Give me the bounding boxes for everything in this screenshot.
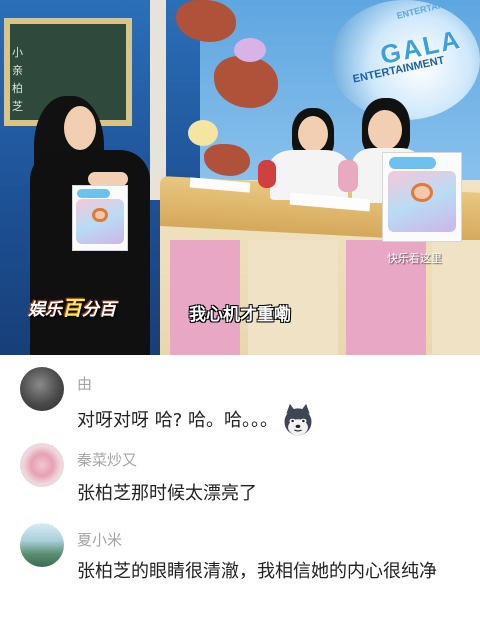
show-card-held: [72, 185, 128, 251]
comment-list: 由 对呀对呀 哈? 哈。哈。。。 秦菜炒又 张柏芝那时候太漂亮了 夏小米 张柏芝…: [0, 355, 480, 640]
video-subtitle: 我心机才重嘞: [189, 305, 291, 325]
user-avatar[interactable]: [20, 367, 64, 411]
desk-panel: [170, 240, 240, 355]
studio-pillar: [150, 0, 166, 200]
decor-ball: [234, 38, 266, 62]
chalkboard-char: 柏: [12, 82, 23, 95]
corner-tag: 快乐看这里: [387, 252, 442, 265]
comment-username[interactable]: 秦菜炒又: [77, 449, 137, 470]
comment-text-wrap: 对呀对呀 哈? 哈。哈。。。: [77, 403, 467, 439]
video-frame[interactable]: 小 亲 柏 芝 ENTERTAINM GALA ENTERTAINMENT 娱乐…: [0, 0, 480, 355]
user-avatar[interactable]: [20, 443, 64, 487]
chalkboard-char: 亲: [12, 64, 23, 77]
decor-ball: [188, 120, 218, 146]
show-card-displayed: [382, 152, 462, 242]
comment-text: 对呀对呀 哈? 哈。哈。。。: [77, 410, 278, 431]
chalkboard-char: 小: [12, 46, 23, 59]
husky-dog-emoji: [284, 403, 312, 436]
desk-panel: [248, 240, 338, 355]
chalkboard-char: 芝: [12, 100, 23, 113]
comment-username[interactable]: 夏小米: [77, 529, 122, 550]
user-avatar[interactable]: [20, 523, 64, 567]
comment-username[interactable]: 由: [77, 373, 92, 394]
comment-text: 张柏芝的眼睛很清澈，我相信她的内心很纯净: [77, 561, 437, 582]
comment-text: 张柏芝那时候太漂亮了: [77, 483, 257, 504]
